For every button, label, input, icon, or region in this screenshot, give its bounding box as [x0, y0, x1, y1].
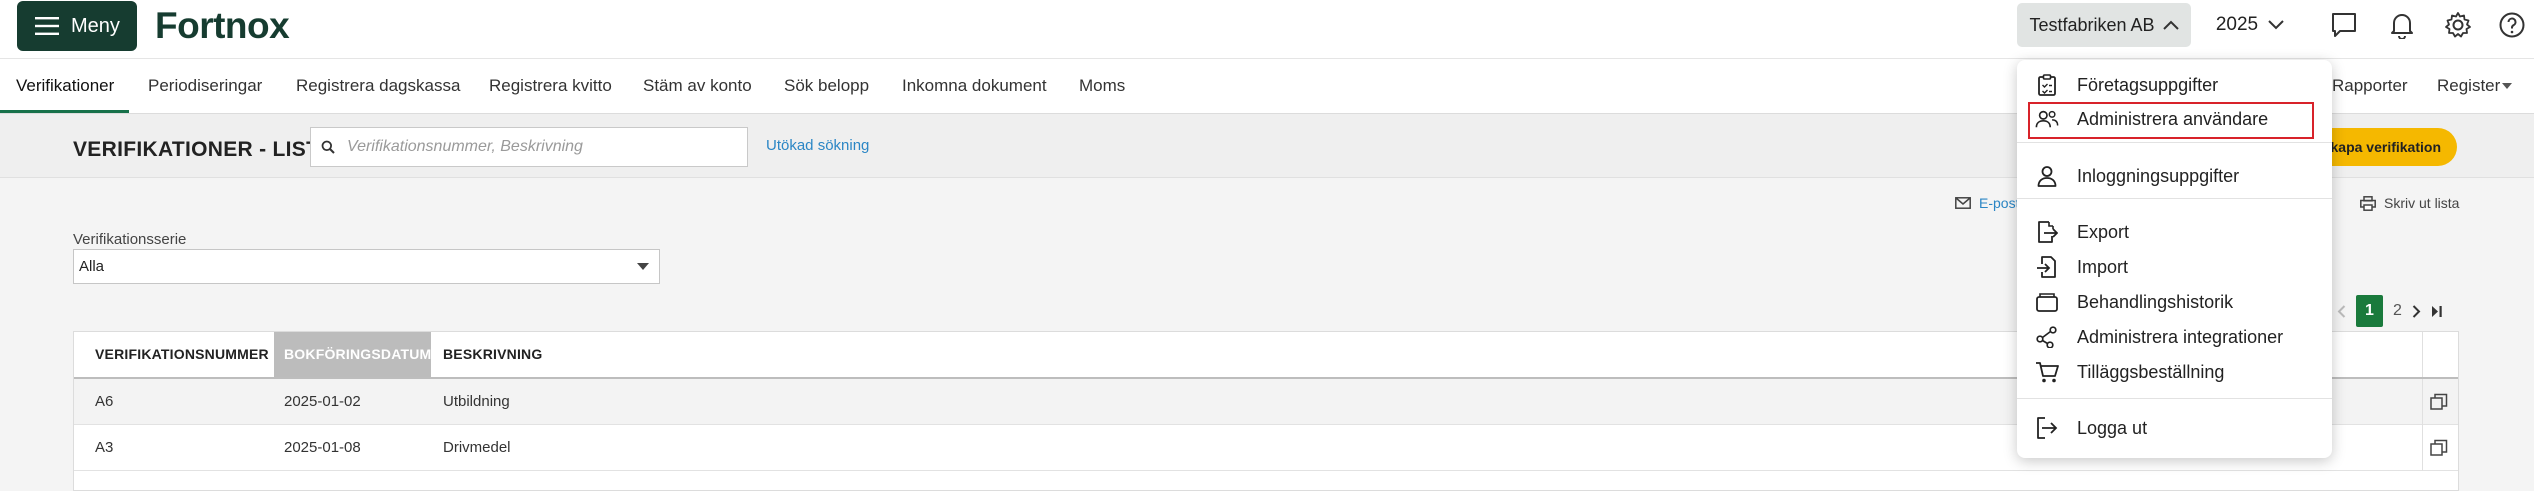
copy-icon[interactable] [2430, 439, 2448, 457]
logout-icon [2035, 416, 2059, 440]
menu-item-import[interactable]: Import [2017, 250, 2332, 284]
tab-register[interactable]: Register [2437, 58, 2500, 114]
series-filter-select[interactable]: Alla [73, 249, 660, 284]
year-label: 2025 [2215, 14, 2259, 35]
page-1-button[interactable]: 1 [2356, 295, 2383, 327]
export-icon [2035, 220, 2059, 244]
folder-icon [2035, 290, 2059, 314]
tab-stam-av-konto[interactable]: Stäm av konto [643, 58, 752, 114]
caret-down-icon [637, 263, 649, 270]
user-icon [2035, 164, 2059, 188]
column-divider [2422, 425, 2423, 471]
search-box[interactable] [310, 127, 748, 167]
column-divider [2422, 379, 2423, 425]
advanced-search-link[interactable]: Utökad sökning [766, 137, 869, 154]
fortnox-logo[interactable]: Fortnox [155, 4, 315, 48]
email-link[interactable]: E-post [1955, 195, 2019, 211]
hamburger-icon [35, 16, 59, 36]
cell-number: A3 [95, 439, 114, 456]
prev-page-icon[interactable] [2337, 304, 2346, 318]
column-header-number[interactable]: VERIFIKATIONSNUMMER [95, 332, 269, 377]
cell-description: Utbildning [443, 393, 510, 410]
menu-divider [2017, 198, 2332, 199]
search-icon [321, 140, 335, 154]
envelope-icon [1955, 197, 1971, 209]
print-list-link[interactable]: Skriv ut lista [2360, 195, 2459, 211]
chevron-up-icon [2162, 20, 2179, 30]
svg-text:Fortnox: Fortnox [155, 5, 290, 46]
year-selector[interactable]: 2025 [2205, 3, 2295, 47]
clipboard-icon [2035, 73, 2059, 97]
chevron-down-icon [2268, 20, 2284, 30]
menu-divider [2017, 142, 2332, 143]
menu-item-label: Inloggningsuppgifter [2077, 165, 2240, 186]
last-page-icon[interactable] [2431, 305, 2443, 318]
series-filter-value: Alla [79, 258, 105, 275]
menu-label: Meny [71, 14, 120, 37]
menu-divider [2017, 398, 2332, 399]
cart-icon [2035, 360, 2059, 384]
cell-date: 2025-01-08 [284, 439, 361, 456]
tab-rapporter[interactable]: Rapporter [2332, 58, 2408, 114]
menu-item-label: Logga ut [2077, 417, 2148, 438]
series-filter-label: Verifikationsserie [73, 231, 187, 248]
highlight-box [2028, 102, 2314, 139]
tab-verifikationer[interactable]: Verifikationer [16, 58, 114, 114]
print-label: Skriv ut lista [2384, 195, 2460, 211]
column-header-date[interactable]: BOKFÖRINGSDATUM [274, 332, 431, 377]
cell-description: Drivmedel [443, 439, 511, 456]
column-header-description[interactable]: BESKRIVNING [443, 332, 542, 377]
active-tab-indicator [0, 110, 129, 113]
menu-item-tillaggsbestallning[interactable]: Tilläggsbeställning [2017, 355, 2332, 389]
help-icon[interactable] [2495, 8, 2529, 42]
caret-down-icon [2502, 83, 2512, 89]
next-page-icon[interactable] [2412, 304, 2421, 318]
tab-periodiseringar[interactable]: Periodiseringar [148, 58, 262, 114]
menu-item-foretagsuppgifter[interactable]: Företagsuppgifter [2017, 68, 2332, 102]
menu-item-logga-ut[interactable]: Logga ut [2017, 411, 2332, 445]
search-input[interactable] [345, 137, 729, 157]
column-divider [2422, 332, 2423, 377]
menu-item-export[interactable]: Export [2017, 215, 2332, 249]
page-2-button[interactable]: 2 [2393, 302, 2402, 320]
share-icon [2035, 325, 2059, 349]
import-icon [2035, 255, 2059, 279]
menu-item-label: Import [2077, 256, 2129, 277]
menu-item-label: Tilläggsbeställning [2077, 361, 2225, 382]
menu-item-label: Behandlingshistorik [2077, 291, 2234, 312]
message-icon[interactable] [2327, 8, 2361, 42]
tab-moms[interactable]: Moms [1079, 58, 1125, 114]
cell-number: A6 [95, 393, 114, 410]
copy-icon[interactable] [2430, 393, 2448, 411]
page-title: VERIFIKATIONER - LISTA [73, 138, 334, 161]
pagination: 1 2 [2337, 295, 2443, 327]
menu-item-label: Administrera integrationer [2077, 326, 2284, 347]
printer-icon [2360, 195, 2376, 211]
tab-inkomna-dokument[interactable]: Inkomna dokument [902, 58, 1047, 114]
menu-button[interactable]: Meny [17, 1, 137, 51]
menu-item-label: Export [2077, 221, 2130, 242]
tab-registrera-dagskassa[interactable]: Registrera dagskassa [296, 58, 460, 114]
gear-icon[interactable] [2441, 8, 2475, 42]
menu-item-behandlingshistorik[interactable]: Behandlingshistorik [2017, 285, 2332, 319]
menu-item-label: Företagsuppgifter [2077, 74, 2219, 95]
company-selector[interactable]: Testfabriken AB [2017, 3, 2191, 47]
tab-sok-belopp[interactable]: Sök belopp [784, 58, 869, 114]
menu-item-administrera-integrationer[interactable]: Administrera integrationer [2017, 320, 2332, 354]
cell-date: 2025-01-02 [284, 393, 361, 410]
email-label: E-post [1979, 195, 2020, 211]
company-name: Testfabriken AB [2029, 14, 2155, 35]
bell-icon[interactable] [2385, 8, 2419, 42]
menu-item-inloggningsuppgifter[interactable]: Inloggningsuppgifter [2017, 159, 2332, 193]
tab-registrera-kvitto[interactable]: Registrera kvitto [489, 58, 612, 114]
